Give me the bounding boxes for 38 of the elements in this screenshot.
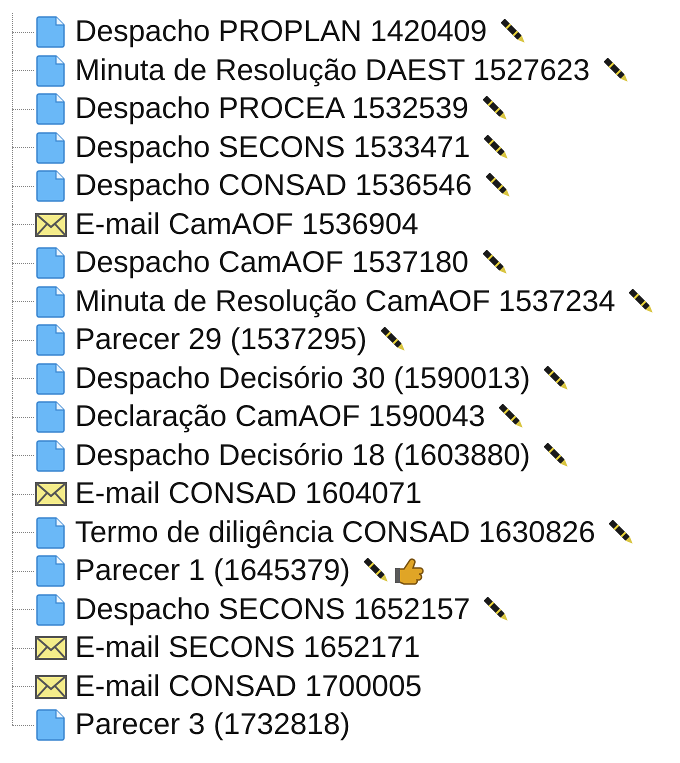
- document-icon: [36, 132, 66, 164]
- document-link[interactable]: Despacho CONSAD 1536546: [75, 171, 472, 202]
- document-link[interactable]: Minuta de Resolução CamAOF 1537234: [75, 286, 616, 317]
- envelope-icon: [35, 674, 67, 699]
- document-link[interactable]: E-mail CamAOF 1536904: [75, 210, 418, 240]
- document-link[interactable]: Parecer 3 (1732818): [75, 710, 350, 740]
- document-icon: [36, 324, 66, 356]
- document-icon: [36, 247, 66, 280]
- document-icon: [36, 709, 66, 742]
- document-link[interactable]: Parecer 1 (1645379): [75, 556, 350, 586]
- document-icon: [36, 516, 66, 549]
- document-link[interactable]: Termo de diligência CONSAD 1630826: [75, 518, 596, 548]
- document-link[interactable]: Despacho Decisório 18 (1603880): [75, 440, 530, 471]
- document-icon: [36, 594, 66, 626]
- document-link[interactable]: E-mail CONSAD 1604071: [75, 479, 422, 510]
- document-icon: [36, 440, 66, 472]
- document-link[interactable]: Minuta de Resolução DAEST 1527623: [75, 56, 590, 86]
- envelope-icon: [35, 212, 67, 237]
- document-link[interactable]: Parecer 29 (1537295): [75, 325, 367, 356]
- document-icon: [36, 54, 66, 87]
- document-link[interactable]: Despacho SECONS 1533471: [75, 132, 470, 163]
- document-link[interactable]: Despacho Decisório 30 (1590013): [75, 364, 530, 394]
- document-icon: [36, 362, 66, 395]
- document-icon: [36, 555, 66, 588]
- document-link[interactable]: Declaração CamAOF 1590043: [75, 402, 486, 432]
- envelope-icon: [35, 636, 67, 660]
- document-icon: [36, 286, 66, 318]
- document-link[interactable]: Despacho CamAOF 1537180: [75, 248, 469, 278]
- document-link[interactable]: Despacho SECONS 1652157: [75, 594, 470, 625]
- document-link[interactable]: E-mail CONSAD 1700005: [75, 672, 422, 702]
- envelope-icon: [35, 482, 67, 506]
- document-icon: [36, 16, 66, 48]
- document-icon: [36, 401, 66, 434]
- document-link[interactable]: Despacho PROCEA 1532539: [75, 94, 469, 124]
- document-link[interactable]: E-mail SECONS 1652171: [75, 633, 420, 664]
- document-link[interactable]: Despacho PROPLAN 1420409: [75, 17, 487, 48]
- document-icon: [36, 93, 66, 126]
- document-icon: [36, 170, 66, 202]
